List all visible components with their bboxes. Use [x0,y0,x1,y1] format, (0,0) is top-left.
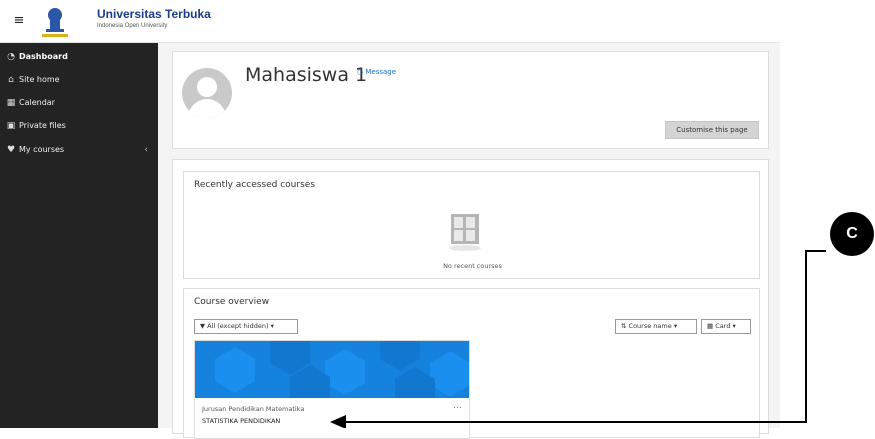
sort-dropdown[interactable]: ⇅ Course name ▾ [615,319,697,334]
speech-bubble-icon: ○ [357,68,364,76]
sidebar-item-label: Site home [19,75,60,84]
brand-subtitle: Indonesia Open University [97,23,168,29]
main-content: Mahasiswa 1 ○ Message Customise this pag… [158,43,780,439]
dashboard-blocks-region: Recently accessed courses No recent cour… [172,159,769,439]
file-icon: ▣ [6,121,16,131]
avatar[interactable] [182,68,232,118]
profile-header: Mahasiswa 1 ○ Message Customise this pag… [172,51,769,149]
dashboard-icon: ◔ [7,52,15,62]
chevron-down-icon: ▾ [732,322,736,330]
sidebar-item-dashboard[interactable]: ◔ Dashboard [6,49,156,65]
calendar-icon: ▦ [6,98,16,108]
brand-title[interactable]: Universitas Terbuka [97,7,211,21]
recent-courses-title: Recently accessed courses [194,180,316,190]
course-image [195,341,469,398]
chevron-down-icon: ▾ [270,322,274,330]
course-overview-block: Course overview ▼ All (except hidden) ▾ … [183,288,760,439]
university-logo [42,8,68,37]
course-department: Jurusan Pendidikan Matematika [202,405,305,413]
annotation-callout-c: C [830,212,874,256]
course-card[interactable]: Jurusan Pendidikan Matematika STATISTIKA… [194,340,470,439]
sidebar-nav: ◔ Dashboard ⌂ Site home ▦ Calendar ▣ Pri… [0,43,158,428]
course-name-link[interactable]: STATISTIKA PENDIDIKAN [202,417,280,425]
sidebar-item-private-files[interactable]: ▣ Private files [6,118,156,134]
no-courses-text: No recent courses [443,262,502,270]
sidebar-item-label: Private files [19,121,66,130]
graduation-cap-icon: ♥ [6,145,16,155]
message-label: Message [365,68,397,76]
view-label: Card [715,322,731,330]
sidebar-item-my-courses[interactable]: ♥ My courses ‹ [6,142,156,158]
recent-courses-block: Recently accessed courses No recent cour… [183,171,760,279]
sidebar-item-site-home[interactable]: ⌂ Site home [6,72,156,88]
filter-icon: ▼ [200,322,205,330]
home-icon: ⌂ [8,75,14,85]
filter-label: All (except hidden) [207,322,269,330]
sort-icon: ⇅ [621,322,627,330]
sidebar-item-calendar[interactable]: ▦ Calendar [6,95,156,111]
chevron-down-icon: ▾ [673,322,678,330]
sidebar-item-label: Calendar [19,98,55,107]
customise-page-button[interactable]: Customise this page [665,121,759,139]
grid-icon: ▦ [707,322,714,330]
user-name: Mahasiswa 1 [245,64,368,86]
hamburger-icon[interactable]: ≡ [10,12,28,30]
avatar-head-shape [197,77,217,97]
message-link[interactable]: ○ Message [357,68,396,76]
no-courses-icon [449,214,481,251]
course-actions-menu-icon[interactable]: … [453,401,462,411]
grouping-filter-dropdown[interactable]: ▼ All (except hidden) ▾ [194,319,298,334]
sidebar-item-label: My courses [19,145,65,154]
course-overview-title: Course overview [194,297,270,307]
view-dropdown[interactable]: ▦ Card ▾ [701,319,751,334]
chevron-left-icon[interactable]: ‹ [144,142,148,158]
sort-label: Course name [628,322,672,330]
screenshot-frame: ≡ Universitas Terbuka Indonesia Open Uni… [0,0,875,439]
avatar-body-shape [188,99,226,118]
sidebar-item-label: Dashboard [19,52,68,61]
top-navbar: ≡ Universitas Terbuka Indonesia Open Uni… [0,0,780,43]
